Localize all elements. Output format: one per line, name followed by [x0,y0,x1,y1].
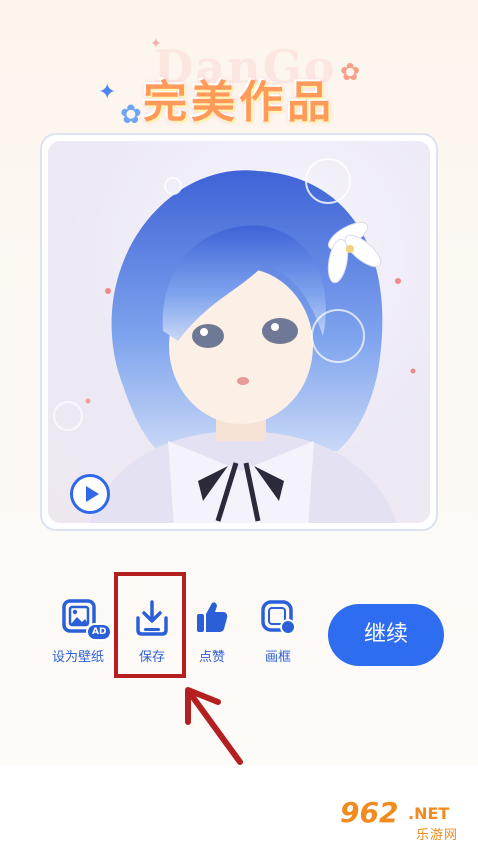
set-wallpaper-button[interactable]: AD 设为壁纸 [48,598,113,665]
frame-button[interactable]: 画框 [250,598,306,665]
page-title: 完美作品 [143,77,335,128]
ad-badge: AD [86,623,113,641]
wallpaper-icon: AD [58,598,113,641]
like-label: 点赞 [198,650,225,665]
watermark-suffix: .NET [408,804,450,823]
like-button[interactable]: 点赞 [184,598,240,665]
sparkle-icon: ✦ [150,36,162,52]
title-area: DanGo ✦ ✿ ✿ ✦ 完美作品 [0,28,478,130]
app-screen: DanGo ✦ ✿ ✿ ✦ 完美作品 AD 设为壁纸 保存 点赞 画框 继续 [0,0,478,765]
set-wallpaper-label: 设为壁纸 [51,650,104,665]
anime-girl-illustration [53,158,416,523]
thumbs-up-icon [192,598,232,638]
watermark-logo: 962 .NET 乐游网 [340,796,470,844]
play-button[interactable] [70,474,110,514]
save-highlight-box [114,572,186,678]
artwork-image [48,141,430,523]
artwork-card [40,133,438,531]
continue-button[interactable]: 继续 [328,604,444,666]
frame-icon [258,598,298,638]
arrow-up-icon [185,687,243,765]
watermark-text: 乐游网 [416,828,459,843]
frame-label: 画框 [264,650,291,665]
watermark-number: 962 [340,796,399,829]
